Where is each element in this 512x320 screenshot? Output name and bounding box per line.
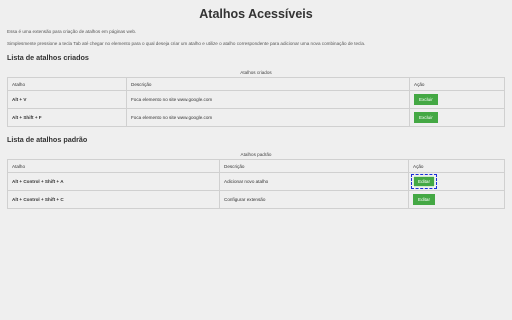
- description-cell: Foca elemento no site www.google.com: [126, 108, 410, 127]
- table-row: Alt + V Foca elemento no site www.google…: [7, 90, 505, 109]
- column-header-shortcut: Atalho: [7, 77, 127, 91]
- action-cell: Excluir: [409, 90, 505, 109]
- default-shortcuts-caption: Atalhos padrão: [240, 152, 272, 157]
- delete-button[interactable]: Excluir: [414, 112, 438, 123]
- table-row: Alt + Control + Shift + C Configurar ext…: [7, 190, 505, 209]
- intro-text: Essa é uma extensão para criação de atal…: [7, 29, 137, 34]
- table-row: Alt + Control + Shift + A Adicionar novo…: [7, 172, 505, 191]
- description-cell: Foca elemento no site www.google.com: [126, 90, 410, 109]
- action-cell: Editar: [408, 172, 505, 191]
- created-shortcuts-heading: Lista de atalhos criados: [7, 53, 89, 62]
- delete-button[interactable]: Excluir: [414, 94, 438, 105]
- edit-button[interactable]: Editar: [410, 174, 438, 189]
- table-row: Alt + Shift + F Foca elemento no site ww…: [7, 108, 505, 127]
- shortcut-cell: Alt + Control + Shift + A: [7, 172, 220, 191]
- table-header-row: Atalho Descrição Ação: [7, 77, 505, 91]
- edit-button[interactable]: Editar: [413, 194, 436, 205]
- description-cell: Configurar extensão: [219, 190, 409, 209]
- default-shortcuts-heading: Lista de atalhos padrão: [7, 135, 88, 144]
- instructions-text: Simplesmente pressione a tecla Tab até c…: [7, 41, 366, 46]
- column-header-shortcut: Atalho: [7, 159, 220, 173]
- table-header-row: Atalho Descrição Ação: [7, 159, 505, 173]
- description-cell: Adicionar novo atalho: [219, 172, 409, 191]
- shortcut-cell: Alt + Control + Shift + C: [7, 190, 220, 209]
- created-shortcuts-table: Atalho Descrição Ação Alt + V Foca eleme…: [7, 77, 505, 127]
- shortcut-cell: Alt + V: [7, 90, 127, 109]
- column-header-action: Ação: [408, 159, 505, 173]
- created-shortcuts-caption: Atalhos criados: [240, 70, 272, 75]
- column-header-description: Descrição: [126, 77, 410, 91]
- column-header-description: Descrição: [219, 159, 409, 173]
- shortcut-cell: Alt + Shift + F: [7, 108, 127, 127]
- column-header-action: Ação: [409, 77, 505, 91]
- default-shortcuts-table: Atalho Descrição Ação Alt + Control + Sh…: [7, 159, 505, 209]
- page-title: Atalhos Acessíveis: [199, 7, 313, 21]
- action-cell: Editar: [408, 190, 505, 209]
- action-cell: Excluir: [409, 108, 505, 127]
